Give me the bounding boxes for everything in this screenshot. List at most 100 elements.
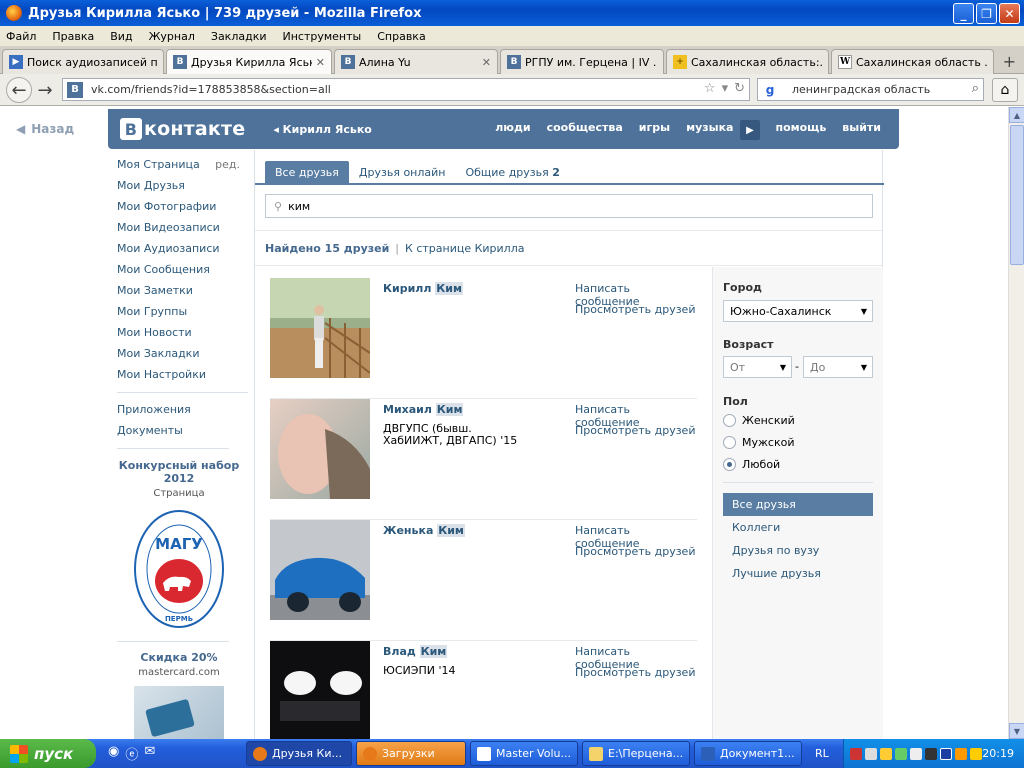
sidebar-item-groups[interactable]: Мои Группы — [117, 304, 252, 325]
tab-close-icon[interactable]: ✕ — [316, 56, 325, 69]
tab-close-icon[interactable]: ✕ — [482, 56, 491, 69]
section-university-friends[interactable]: Друзья по вузу — [723, 539, 873, 562]
page-scrollbar[interactable]: ▲ ▼ — [1008, 107, 1024, 739]
search-box[interactable]: g ленинградская область ⌕ — [757, 78, 984, 101]
friend-name[interactable]: Влад Ким — [383, 645, 448, 658]
tray-icon[interactable] — [925, 747, 937, 760]
tab-sakhalin-2[interactable]: W Сахалинская область ... — [831, 49, 994, 74]
tab-alina[interactable]: В Алина Yu ✕ — [334, 49, 498, 74]
to-kirill-page-link[interactable]: К странице Кирилла — [405, 242, 524, 255]
sidebar-item-apps[interactable]: Приложения — [117, 402, 252, 423]
city-select[interactable]: Южно-Сахалинск ▼ — [723, 300, 873, 322]
back-link[interactable]: ◀ Назад — [16, 122, 74, 136]
scroll-thumb[interactable] — [1010, 125, 1024, 265]
tab-all-friends[interactable]: Все друзья — [265, 161, 349, 184]
close-button[interactable]: ✕ — [999, 3, 1020, 24]
tray-icon[interactable] — [880, 747, 892, 760]
tab-common-friends[interactable]: Общие друзья 2 — [455, 161, 569, 184]
sidebar-item-bookmarks[interactable]: Мои Закладки — [117, 346, 252, 367]
minimize-button[interactable]: _ — [953, 3, 974, 24]
section-all-friends[interactable]: Все друзья — [723, 493, 873, 516]
scroll-down-icon[interactable]: ▼ — [1009, 723, 1024, 739]
sidebar-item-messages[interactable]: Мои Сообщения — [117, 262, 252, 283]
radio-male[interactable]: Мужской — [723, 436, 794, 449]
media-player-icon[interactable]: ◉ — [108, 744, 119, 763]
tab-friends[interactable]: В Друзья Кирилла Ясько... ✕ — [166, 49, 332, 74]
sidebar-item-photos[interactable]: Мои Фотографии — [117, 199, 252, 220]
tray-icon[interactable] — [955, 747, 967, 760]
radio-any[interactable]: Любой — [723, 458, 780, 471]
view-friends-link[interactable]: Просмотреть друзей — [575, 303, 695, 316]
nav-logout[interactable]: выйти — [842, 121, 881, 134]
sidebar-item-settings[interactable]: Мои Настройки — [117, 367, 252, 388]
search-icon[interactable]: ⌕ — [972, 81, 979, 96]
friends-filter-input[interactable]: ⚲ ким — [265, 194, 873, 218]
sidebar-item-notes[interactable]: Мои Заметки — [117, 283, 252, 304]
tray-icon[interactable] — [865, 747, 877, 760]
friend-photo[interactable] — [270, 278, 370, 378]
friend-photo[interactable] — [270, 641, 370, 739]
friend-photo[interactable] — [270, 520, 370, 620]
nav-people[interactable]: люди — [495, 121, 530, 134]
dropdown-arrow-icon[interactable]: ▾ — [722, 81, 729, 96]
tray-icon[interactable] — [970, 747, 982, 760]
taskbar-master-volume[interactable]: Master Volu... — [470, 741, 578, 766]
tab-online-friends[interactable]: Друзья онлайн — [349, 161, 456, 184]
menu-edit[interactable]: Правка — [52, 30, 94, 43]
age-from-select[interactable]: От ▼ — [723, 356, 792, 378]
sidebar-item-friends[interactable]: Мои Друзья — [117, 178, 252, 199]
menu-view[interactable]: Вид — [110, 30, 132, 43]
friend-name[interactable]: Михаил Ким — [383, 403, 464, 416]
tab-rgpu[interactable]: В РГПУ им. Герцена | IV ... — [500, 49, 664, 74]
view-friends-link[interactable]: Просмотреть друзей — [575, 424, 695, 437]
menu-history[interactable]: Журнал — [149, 30, 195, 43]
start-button[interactable]: пуск — [0, 739, 96, 768]
maximize-button[interactable]: ❐ — [976, 3, 997, 24]
nav-music[interactable]: музыка — [686, 121, 733, 134]
friend-name[interactable]: Женька Ким — [383, 524, 465, 537]
tray-icon[interactable] — [940, 747, 952, 760]
url-bar[interactable]: В vk.com/friends?id=178853858&section=al… — [62, 78, 750, 101]
taskbar-firefox[interactable]: Друзья Ки... — [246, 741, 352, 766]
promo-magu[interactable]: Конкурсный набор 2012 Страница МАГУ ПЕРМ… — [117, 459, 241, 629]
promo-mastercard[interactable]: Скидка 20% mastercard.com — [117, 651, 241, 739]
menu-help[interactable]: Справка — [377, 30, 425, 43]
tray-icon[interactable] — [850, 747, 862, 760]
taskbar-word[interactable]: Документ1... — [694, 741, 802, 766]
age-to-select[interactable]: До ▼ — [803, 356, 873, 378]
tab-sakhalin-1[interactable]: + Сахалинская область:... — [666, 49, 829, 74]
back-arrow-icon[interactable]: ← — [6, 77, 32, 103]
view-friends-link[interactable]: Просмотреть друзей — [575, 545, 695, 558]
taskbar-downloads[interactable]: Загрузки — [356, 741, 466, 766]
forward-arrow-icon[interactable]: → — [32, 78, 58, 102]
sidebar-item-news[interactable]: Мои Новости — [117, 325, 252, 346]
nav-games[interactable]: игры — [639, 121, 670, 134]
tab-audio-search[interactable]: ▶ Поиск аудиозаписей п... — [2, 49, 164, 74]
menu-file[interactable]: Файл — [6, 30, 36, 43]
section-colleagues[interactable]: Коллеги — [723, 516, 873, 539]
sidebar-item-documents[interactable]: Документы — [117, 423, 252, 444]
radio-female[interactable]: Женский — [723, 414, 795, 427]
messenger-icon[interactable]: ✉ — [144, 744, 155, 763]
language-indicator[interactable]: RL — [815, 747, 829, 760]
bookmark-star-icon[interactable]: ☆ — [704, 81, 716, 96]
sidebar-item-videos[interactable]: Мои Видеозаписи — [117, 220, 252, 241]
sidebar-item-audio[interactable]: Мои Аудиозаписи — [117, 241, 252, 262]
nav-help[interactable]: помощь — [775, 121, 826, 134]
vk-logo[interactable]: В контакте — [120, 118, 245, 140]
menu-bookmarks[interactable]: Закладки — [211, 30, 267, 43]
reload-icon[interactable]: ↻ — [734, 81, 745, 96]
menu-tools[interactable]: Инструменты — [283, 30, 362, 43]
tray-icon[interactable] — [895, 747, 907, 760]
nav-communities[interactable]: сообщества — [547, 121, 623, 134]
sidebar-item-my-page[interactable]: Моя Страница ред. — [117, 157, 252, 178]
friend-name[interactable]: Кирилл Ким — [383, 282, 463, 295]
edit-link[interactable]: ред. — [215, 157, 240, 178]
taskbar-explorer[interactable]: E:\Перцена... — [582, 741, 690, 766]
scroll-up-icon[interactable]: ▲ — [1009, 107, 1024, 123]
header-user-link[interactable]: ◂ Кирилл Ясько — [273, 123, 372, 136]
new-tab-button[interactable]: + — [1003, 52, 1016, 71]
section-best-friends[interactable]: Лучшие друзья — [723, 562, 873, 585]
ie-icon[interactable]: ⓔ — [125, 744, 138, 763]
friend-photo[interactable] — [270, 399, 370, 499]
